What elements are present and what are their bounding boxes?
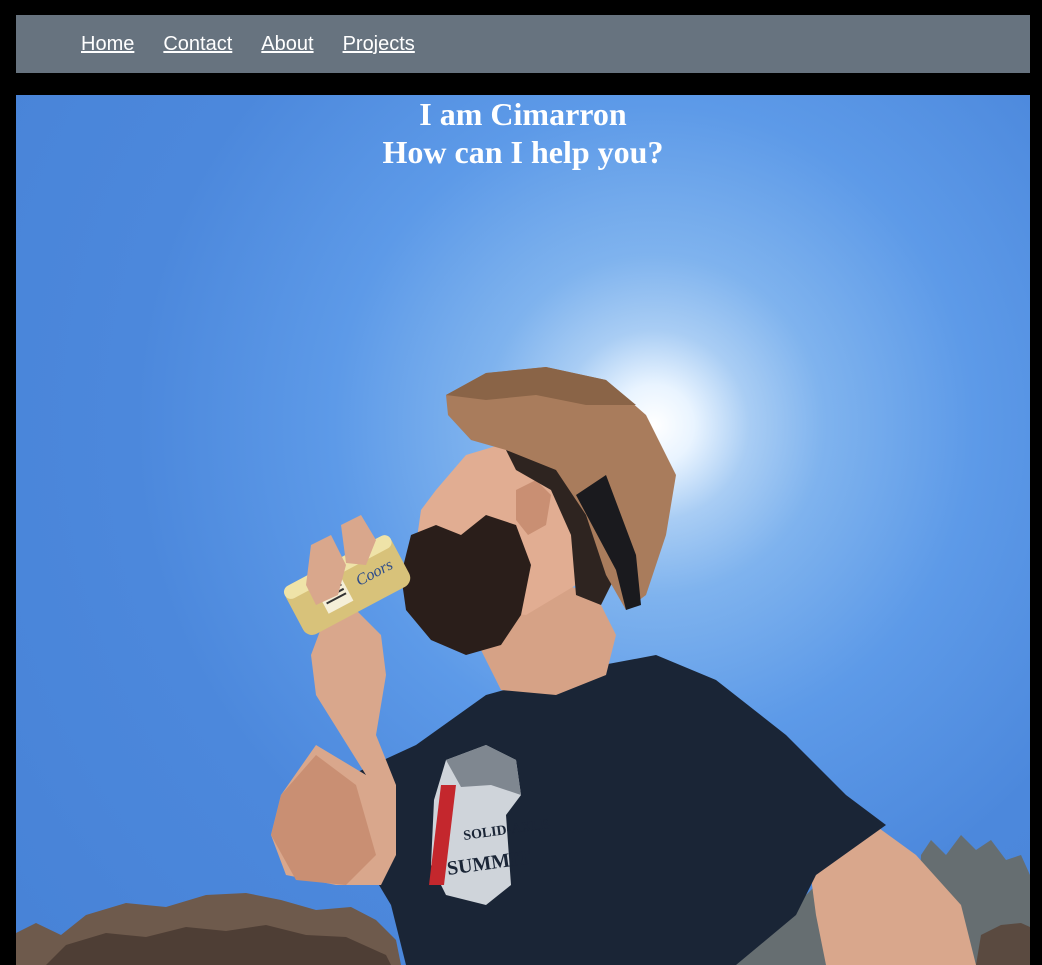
hero-subtitle: How can I help you? <box>382 134 664 170</box>
nav-item-home: Home <box>81 32 134 56</box>
nav-item-about: About <box>261 32 313 56</box>
page: Home Contact About Projects SOLID-AXLE S… <box>0 0 1042 965</box>
nav-item-contact: Contact <box>163 32 232 56</box>
nav-list: Home Contact About Projects <box>16 32 415 56</box>
person: SOLID-AXLE SUMMIT Coors <box>271 367 976 965</box>
nav-link-about[interactable]: About <box>261 33 313 55</box>
top-navbar: Home Contact About Projects <box>16 15 1030 73</box>
nav-link-projects[interactable]: Projects <box>343 33 415 55</box>
nav-item-projects: Projects <box>343 32 415 56</box>
nav-link-home[interactable]: Home <box>81 33 134 55</box>
hero-heading: I am Cimarron How can I help you? <box>16 95 1030 171</box>
hero-section: SOLID-AXLE SUMMIT Coors I am Cimarron Ho… <box>16 95 1030 965</box>
hero-photo: SOLID-AXLE SUMMIT Coors <box>16 367 1030 965</box>
nav-link-contact[interactable]: Contact <box>163 33 232 55</box>
hero-title: I am Cimarron <box>419 96 627 132</box>
